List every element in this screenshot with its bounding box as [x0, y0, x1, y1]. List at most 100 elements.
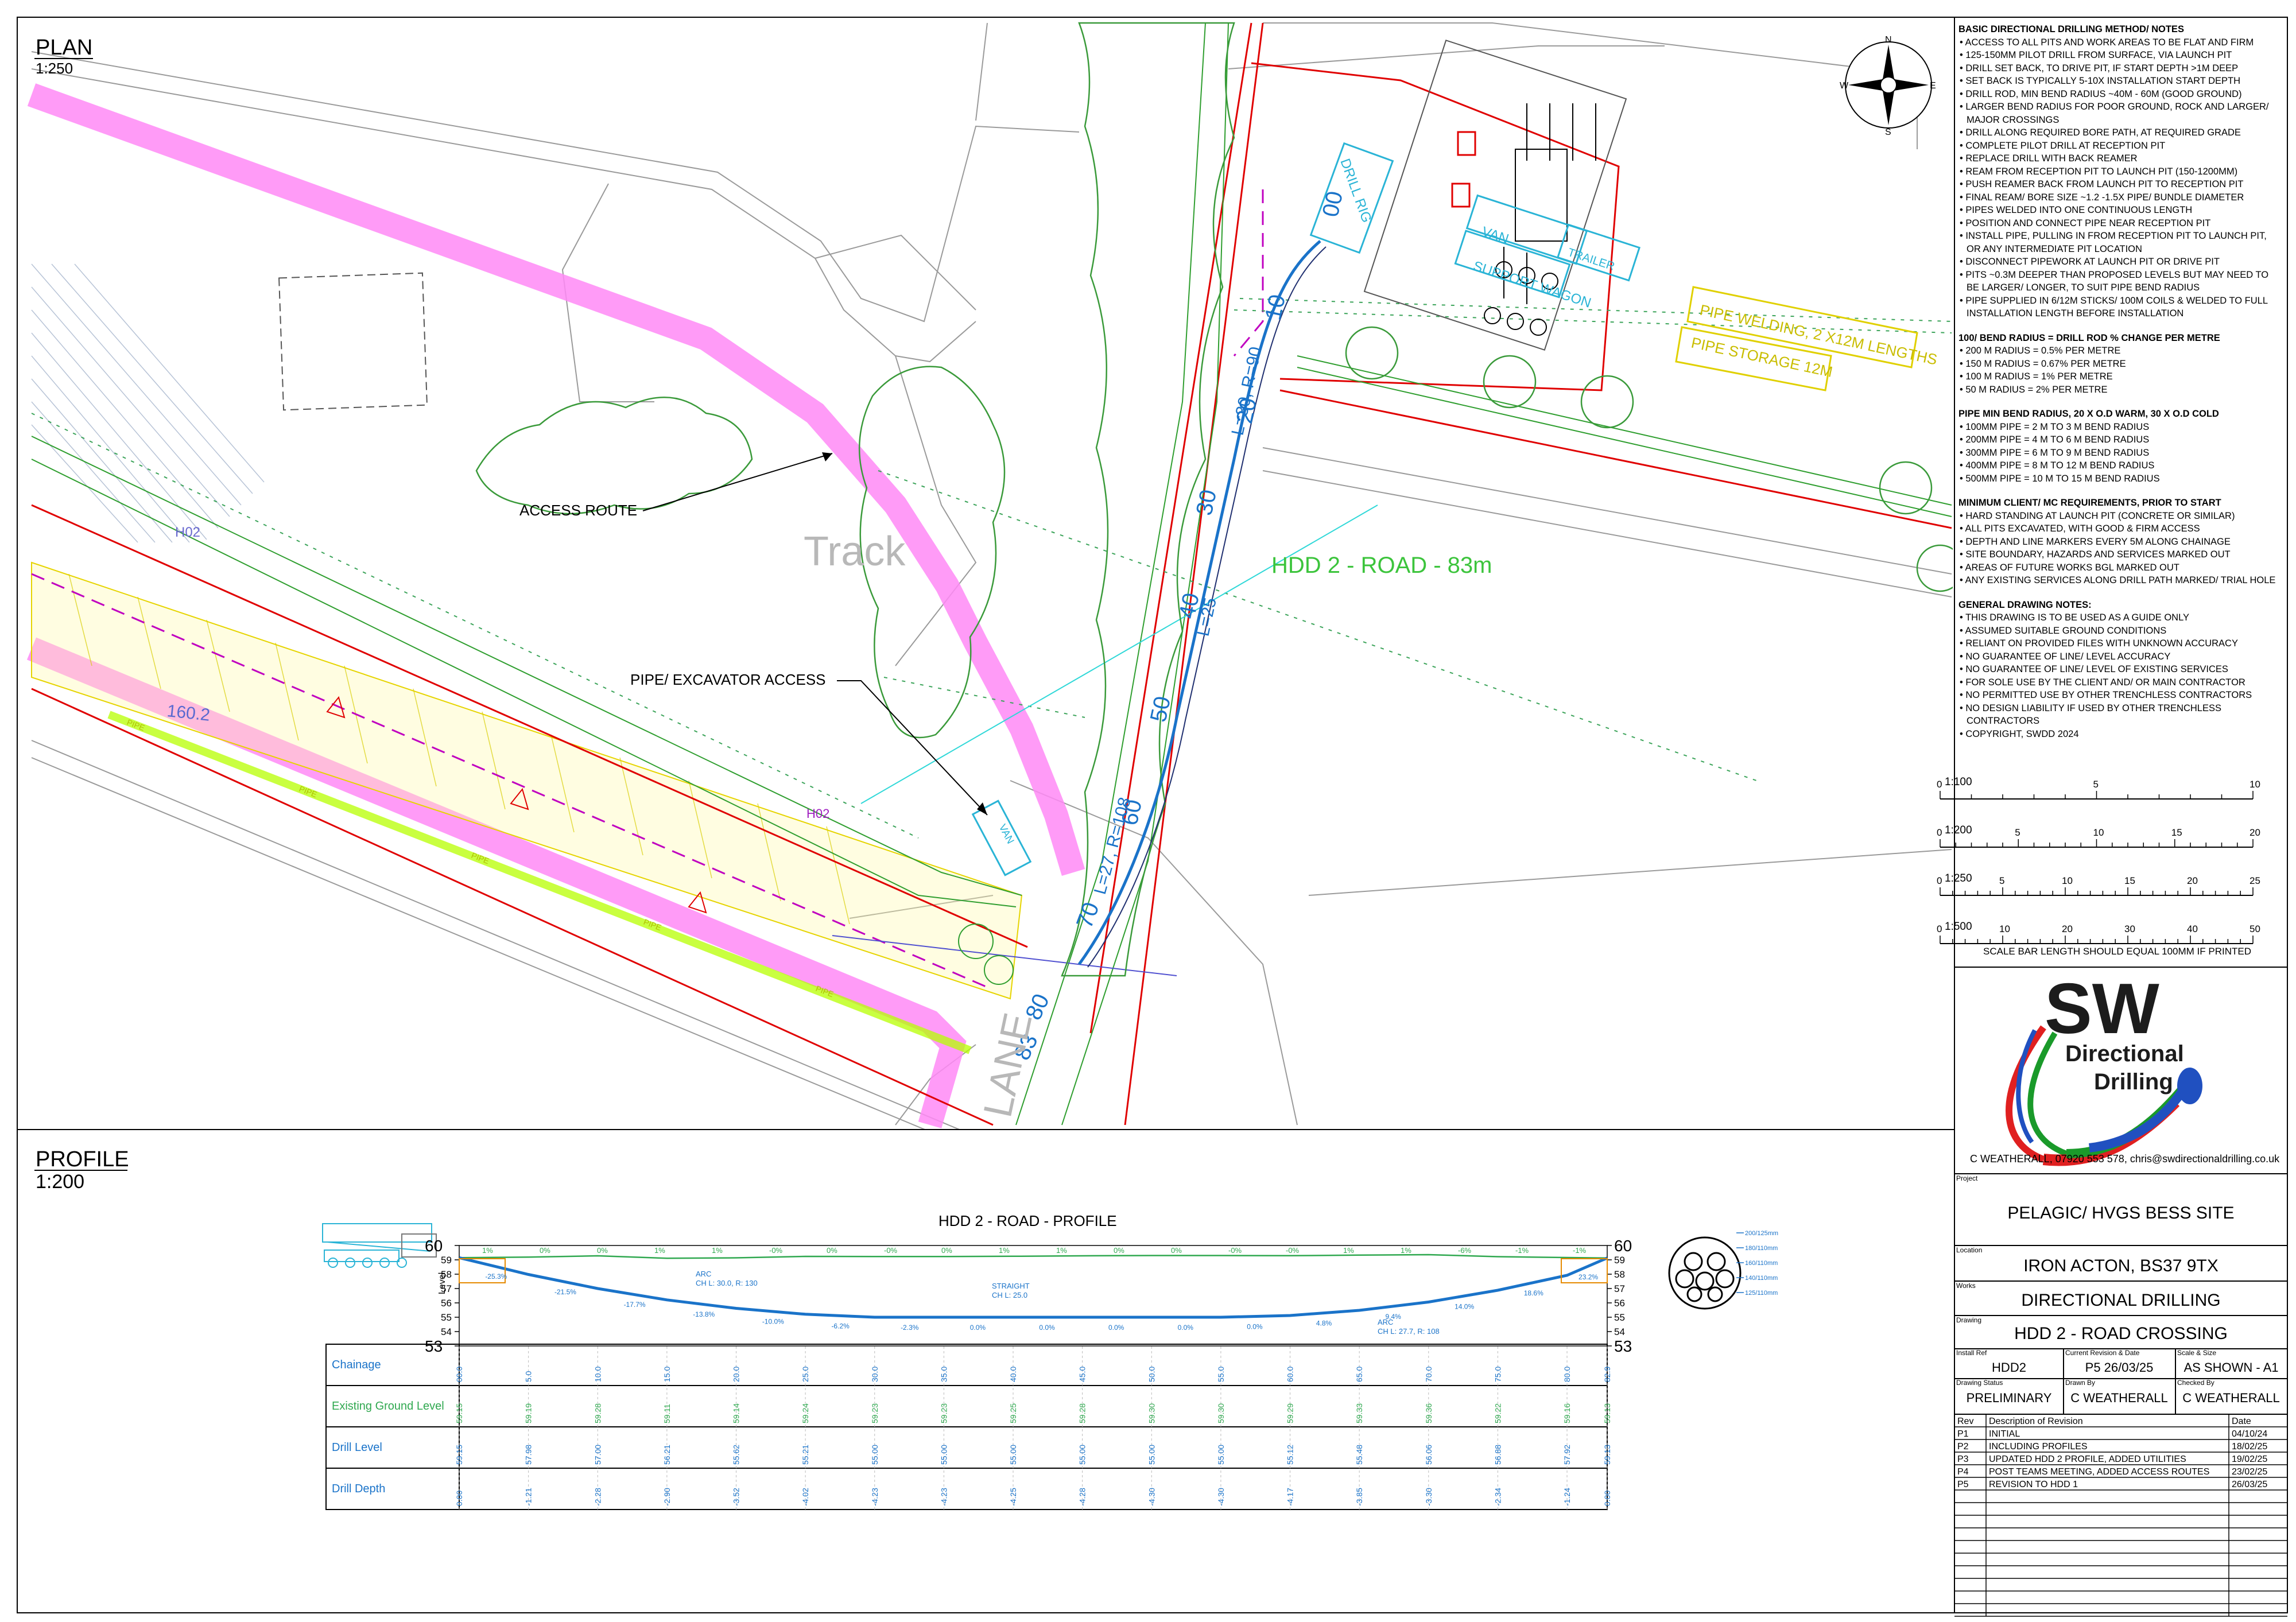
ground-slope-label: -6% [1458, 1246, 1472, 1255]
table-cell: -3.52 [732, 1488, 741, 1506]
pipe-marker: PIPE [298, 784, 319, 799]
notes-item: 50 M RADIUS = 2% PER METRE [1958, 383, 2279, 397]
ground-slope-label: 1% [999, 1246, 1010, 1255]
drawing-sheet: DRILL RIG VAN TRAILER SUPPORT WAGON VAN … [17, 17, 2288, 1617]
notes-item: REPLACE DRILL WITH BACK REAMER [1958, 152, 2279, 165]
table-cell: 60.0 [1286, 1367, 1295, 1382]
track-label: Track [804, 529, 906, 575]
ground-slope-label: 0% [941, 1246, 952, 1255]
table-cell: 59.19 [524, 1403, 533, 1423]
table-cell: 80.0 [1562, 1367, 1572, 1382]
profile-title: PROFILE [36, 1147, 129, 1171]
pipe-marker: PIPE [126, 717, 146, 732]
table-cell: -4.23 [870, 1488, 879, 1506]
table-cell: 59.33 [1355, 1403, 1364, 1423]
notes-item: 500MM PIPE = 10 M TO 15 M BEND RADIUS [1958, 472, 2279, 486]
notes-item: PIPE SUPPLIED IN 6/12M STICKS/ 100M COIL… [1958, 294, 2279, 320]
plan-view: DRILL RIG VAN TRAILER SUPPORT WAGON VAN … [17, 17, 1955, 1613]
logo-sw: SW [2045, 969, 2159, 1049]
row-label-ground: Existing Ground Level [332, 1400, 444, 1413]
y-tick-label: 58 [1614, 1269, 1625, 1280]
ground-slope-label: -0% [1286, 1246, 1300, 1255]
drill-slope-label: 18.6% [1524, 1289, 1543, 1297]
rev-cell: 26/03/25 [2232, 1480, 2267, 1489]
series-line [459, 1254, 1608, 1259]
table-cell: 65.0 [1355, 1367, 1364, 1382]
notes-item: DRILL ROD, MIN BEND RADIUS ~40M - 60M (G… [1958, 88, 2279, 101]
hdd-route-label: HDD 2 - ROAD - 83m [1271, 553, 1492, 578]
notes-item: ASSUMED SUITABLE GROUND CONDITIONS [1958, 624, 2279, 638]
scale-bar-tick-label: 40 [2187, 923, 2198, 934]
support-wagon-label: SUPPORT WAGON [1471, 258, 1593, 311]
notes-item: DEPTH AND LINE MARKERS EVERY 5M ALONG CH… [1958, 536, 2279, 549]
table-cell: 59.16 [1562, 1403, 1572, 1423]
rev-cell: 19/02/25 [2232, 1454, 2267, 1464]
compass-n: N [1885, 35, 1892, 45]
works-label: Works [1956, 1282, 1976, 1290]
scale-bar-tick-label: 15 [2124, 875, 2135, 886]
y-tick-label: 56 [1614, 1298, 1625, 1309]
scale-bar-tick-label: 25 [2250, 875, 2260, 886]
table-cell: -4.30 [1216, 1488, 1225, 1506]
table-cell: 56.06 [1424, 1445, 1433, 1465]
scale-bar-tick-label: 10 [1999, 923, 2010, 934]
table-cell: 59.28 [593, 1403, 602, 1423]
table-cell: 59.30 [1147, 1403, 1156, 1423]
drill-slope-label: -25.3% [485, 1272, 507, 1280]
notes-item: 125-150MM PILOT DRILL FROM SURFACE, VIA … [1958, 49, 2279, 62]
notes-item: ALL PITS EXCAVATED, WITH GOOD & FIRM ACC… [1958, 522, 2279, 536]
notes-heading: GENERAL DRAWING NOTES: [1958, 599, 2092, 610]
table-cell: -1.21 [524, 1488, 533, 1506]
notes-heading: PIPE MIN BEND RADIUS, 20 X O.D WARM, 30 … [1958, 409, 2219, 419]
table-cell: 59.28 [1078, 1403, 1087, 1423]
notes-item: DISCONNECT PIPEWORK AT LAUNCH PIT OR DRI… [1958, 255, 2279, 269]
drawing-value: HDD 2 - ROAD CROSSING [2014, 1324, 2228, 1343]
arc-left-annotation: ARC [696, 1270, 711, 1278]
ground-slope-label: 1% [482, 1246, 493, 1255]
pipe-size-legend: 200/125mm 180/110mm 160/110mm 140/110mm 125/… [1736, 1230, 1778, 1297]
table-cell: 0.00 [455, 1491, 464, 1506]
rev-cell: P3 [1957, 1454, 1969, 1464]
table-cell: 59.30 [1216, 1403, 1225, 1423]
arc-label-2: L=27, R=108 [1091, 796, 1135, 897]
table-cell: 59.36 [1424, 1403, 1433, 1423]
y-tick-label: 60 [425, 1237, 443, 1255]
compass-e: E [1930, 81, 1936, 91]
straight-annotation: STRAIGHT [992, 1282, 1030, 1290]
drawing-label: Drawing [1956, 1316, 1981, 1324]
scale-bar-tick-label: 20 [2062, 923, 2073, 934]
drill-slope-label: -17.7% [624, 1301, 646, 1309]
rev-header: Date [2232, 1417, 2251, 1426]
notes-heading: 100/ BEND RADIUS = DRILL ROD % CHANGE PE… [1958, 332, 2220, 343]
rev-cell: INITIAL [1989, 1429, 2020, 1439]
pipe-bundle-icon [1668, 1236, 1742, 1310]
pipe-access-label: PIPE/ EXCAVATOR ACCESS [630, 671, 826, 688]
compass-w: W [1840, 81, 1849, 91]
scale-bar-tick-label: 30 [2124, 923, 2135, 934]
pipe-legend-item: 160/110mm [1745, 1260, 1778, 1267]
scale-size-value: AS SHOWN - A1 [2183, 1360, 2278, 1375]
table-cell: 40.0 [1009, 1367, 1018, 1382]
arc-right-detail: CH L: 27.7, R: 108 [1378, 1327, 1440, 1336]
notes-item: NO GUARANTEE OF LINE/ LEVEL OF EXISTING … [1958, 663, 2279, 676]
table-cell: -1.24 [1562, 1488, 1572, 1506]
lane-label: LANE [975, 1009, 1040, 1121]
scale-bars: 1:1000 5 101:2000 5 10 15 201:2500 5 10 15 20 251:5… [1937, 776, 2260, 944]
rev-cell: P4 [1957, 1467, 1969, 1477]
notes-item: DRILL ALONG REQUIRED BORE PATH, AT REQUI… [1958, 126, 2279, 139]
scale-bar-tick-label: 20 [2187, 875, 2198, 886]
table-cell: 55.12 [1286, 1445, 1295, 1465]
notes-item: NO GUARANTEE OF LINE/ LEVEL ACCURACY [1958, 650, 2279, 663]
notes-item: 100MM PIPE = 2 M TO 3 M BEND RADIUS [1958, 421, 2279, 434]
ground-slope-label: -0% [884, 1246, 898, 1255]
rev-cell: UPDATED HDD 2 PROFILE, ADDED UTILITIES [1989, 1454, 2186, 1464]
table-cell: 10.0 [593, 1367, 602, 1382]
checked-label: Checked By [2177, 1379, 2214, 1387]
contact-line: C WEATHERALL, 07920 553 578, chris@swdir… [1970, 1153, 2280, 1165]
table-cell: 55.62 [732, 1445, 741, 1465]
notes-item: PITS ~0.3M DEEPER THAN PROPOSED LEVELS B… [1958, 269, 2279, 294]
scale-bar-tick-label: 50 [2250, 923, 2260, 934]
project-name: PELAGIC/ HVGS BESS SITE [2007, 1204, 2234, 1223]
table-cell: 59.25 [1009, 1403, 1018, 1423]
drill-slope-label: -10.0% [762, 1318, 784, 1326]
